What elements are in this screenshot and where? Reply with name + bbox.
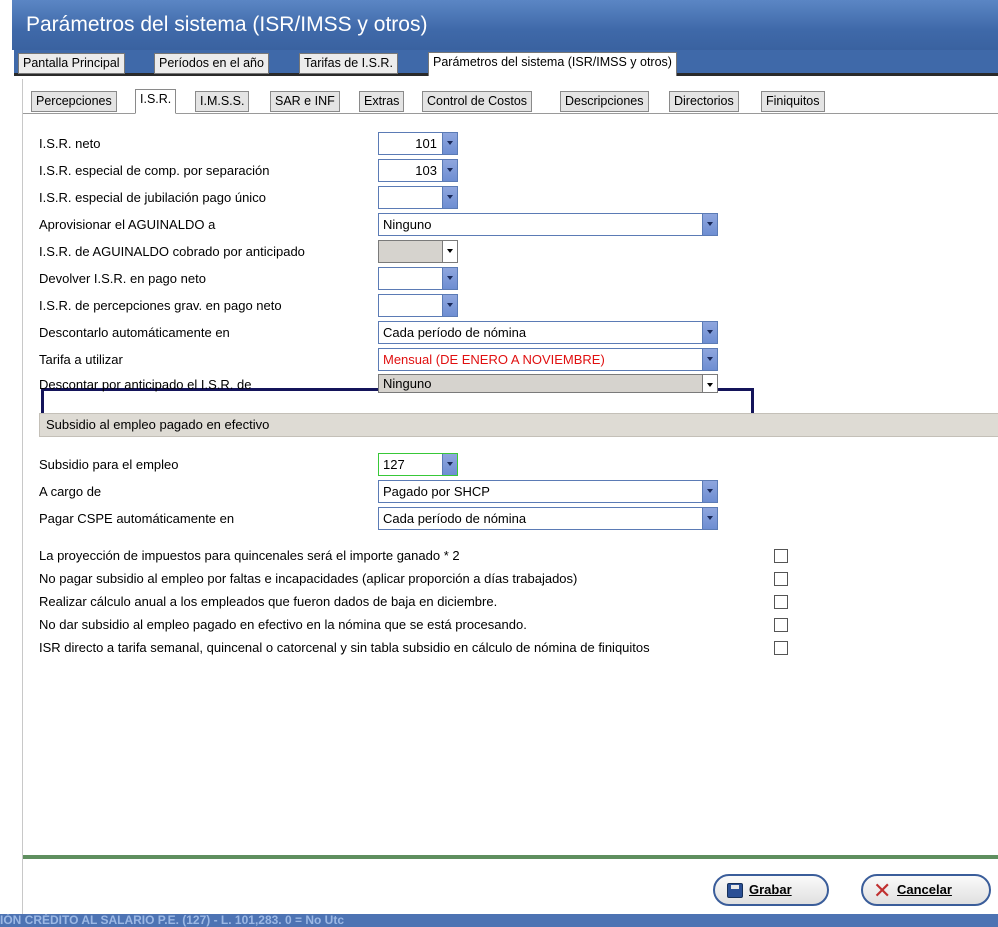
tab-periodos-en-el-ano[interactable]: Períodos en el año bbox=[154, 53, 269, 74]
calculo-anual-bajas-checkbox[interactable] bbox=[774, 595, 788, 609]
tab-sar-infonavit[interactable]: SAR e INF bbox=[270, 91, 340, 112]
tab-percepciones[interactable]: Percepciones bbox=[31, 91, 117, 112]
parameters-window: Percepciones I.S.R. I.M.S.S. SAR e INF E… bbox=[22, 79, 998, 927]
chevron-down-icon[interactable] bbox=[442, 187, 457, 208]
a-cargo-de-select[interactable]: Pagado por SHCP bbox=[378, 480, 718, 503]
subsidio-empleo-select[interactable]: 127 bbox=[378, 453, 458, 476]
descontarlo-automaticamente-label: Descontarlo automáticamente en bbox=[39, 325, 230, 340]
tarifa-utilizar-label: Tarifa a utilizar bbox=[39, 352, 123, 367]
chevron-down-icon[interactable] bbox=[702, 508, 717, 529]
tab-extras[interactable]: Extras bbox=[359, 91, 405, 112]
descontar-anticipado-label: Descontar por anticipado el I.S.R. de bbox=[39, 377, 252, 392]
isr-jubilacion-select[interactable] bbox=[378, 186, 458, 209]
isr-percepciones-grav-select[interactable] bbox=[378, 294, 458, 317]
chevron-down-icon[interactable] bbox=[702, 349, 717, 370]
chevron-down-icon[interactable] bbox=[442, 160, 457, 181]
chevron-down-icon[interactable] bbox=[702, 481, 717, 502]
pagar-cspe-label: Pagar CSPE automáticamente en bbox=[39, 511, 235, 526]
tarifa-utilizar-select[interactable]: Mensual (DE ENERO A NOVIEMBRE) bbox=[378, 348, 718, 371]
no-pagar-subsidio-faltas-checkbox[interactable] bbox=[774, 572, 788, 586]
tab-parametros-del-sistema[interactable]: Parámetros del sistema (ISR/IMSS y otros… bbox=[428, 52, 677, 76]
isr-percepciones-grav-label: I.S.R. de percepciones grav. en pago net… bbox=[39, 298, 282, 313]
tab-control-de-costos[interactable]: Control de Costos bbox=[422, 91, 533, 112]
close-icon: ✕ bbox=[873, 878, 892, 903]
subsidio-empleo-value: 127 bbox=[383, 457, 405, 472]
aprovisionar-aguinaldo-select[interactable]: Ninguno bbox=[378, 213, 718, 236]
cancel-button-label: Cancelar bbox=[897, 882, 952, 897]
a-cargo-de-value: Pagado por SHCP bbox=[383, 484, 490, 499]
tarifa-utilizar-value: Mensual (DE ENERO A NOVIEMBRE) bbox=[383, 352, 605, 367]
no-dar-subsidio-efectivo-checkbox[interactable] bbox=[774, 618, 788, 632]
proyeccion-quincenales-label: La proyección de impuestos para quincena… bbox=[39, 548, 460, 563]
isr-directo-finiquitos-label: ISR directo a tarifa semanal, quincenal … bbox=[39, 640, 650, 655]
subsidio-empleo-label: Subsidio para el empleo bbox=[39, 457, 179, 472]
sub-tab-bar: Percepciones I.S.R. I.M.S.S. SAR e INF E… bbox=[23, 89, 998, 114]
isr-aguinaldo-anticipado-select[interactable] bbox=[378, 240, 458, 263]
subsidio-section-header: Subsidio al empleo pagado en efectivo bbox=[39, 413, 998, 437]
status-bar: IÓN CRÉDITO AL SALARIO P.E. (127) - L. 1… bbox=[0, 914, 998, 927]
no-dar-subsidio-efectivo-label: No dar subsidio al empleo pagado en efec… bbox=[39, 617, 527, 632]
tab-tarifas-isr[interactable]: Tarifas de I.S.R. bbox=[299, 53, 398, 74]
chevron-down-icon[interactable] bbox=[442, 241, 457, 262]
devolver-isr-label: Devolver I.S.R. en pago neto bbox=[39, 271, 206, 286]
chevron-down-icon[interactable] bbox=[442, 295, 457, 316]
tab-isr[interactable]: I.S.R. bbox=[135, 89, 177, 114]
isr-jubilacion-label: I.S.R. especial de jubilación pago único bbox=[39, 190, 266, 205]
floppy-disk-icon bbox=[727, 883, 743, 898]
no-pagar-subsidio-faltas-label: No pagar subsidio al empleo por faltas e… bbox=[39, 571, 578, 586]
tab-imss[interactable]: I.M.S.S. bbox=[195, 91, 250, 112]
chevron-down-icon[interactable] bbox=[702, 375, 717, 392]
isr-comp-separacion-label: I.S.R. especial de comp. por separación bbox=[39, 163, 270, 178]
chevron-down-icon[interactable] bbox=[702, 214, 717, 235]
isr-neto-label: I.S.R. neto bbox=[39, 136, 101, 151]
cancel-button[interactable]: ✕ Cancelar bbox=[861, 874, 991, 906]
isr-comp-separacion-select[interactable]: 103 bbox=[378, 159, 458, 182]
isr-directo-finiquitos-checkbox[interactable] bbox=[774, 641, 788, 655]
button-bar: Grabar ✕ Cancelar bbox=[23, 859, 998, 919]
a-cargo-de-label: A cargo de bbox=[39, 484, 102, 499]
isr-aguinaldo-anticipado-label: I.S.R. de AGUINALDO cobrado por anticipa… bbox=[39, 244, 305, 259]
tab-descripciones[interactable]: Descripciones bbox=[560, 91, 649, 112]
descontar-anticipado-select[interactable]: Ninguno bbox=[378, 374, 718, 393]
window-title: Parámetros del sistema (ISR/IMSS y otros… bbox=[12, 0, 998, 50]
isr-comp-separacion-value: 103 bbox=[415, 163, 437, 178]
tab-pantalla-principal[interactable]: Pantalla Principal bbox=[18, 53, 125, 74]
aprovisionar-aguinaldo-label: Aprovisionar el AGUINALDO a bbox=[39, 217, 216, 232]
tab-finiquitos[interactable]: Finiquitos bbox=[761, 91, 825, 112]
chevron-down-icon[interactable] bbox=[442, 454, 457, 475]
main-tab-bar: Pantalla Principal Períodos en el año Ta… bbox=[14, 50, 998, 76]
save-button-label: Grabar bbox=[749, 882, 792, 897]
tab-directorios[interactable]: Directorios bbox=[669, 91, 739, 112]
descontarlo-automaticamente-value: Cada período de nómina bbox=[383, 325, 527, 340]
isr-neto-select[interactable]: 101 bbox=[378, 132, 458, 155]
proyeccion-quincenales-checkbox[interactable] bbox=[774, 549, 788, 563]
aprovisionar-aguinaldo-value: Ninguno bbox=[383, 217, 432, 232]
pagar-cspe-value: Cada período de nómina bbox=[383, 511, 527, 526]
devolver-isr-select[interactable] bbox=[378, 267, 458, 290]
descontar-anticipado-value: Ninguno bbox=[383, 376, 432, 391]
chevron-down-icon[interactable] bbox=[442, 133, 457, 154]
chevron-down-icon[interactable] bbox=[442, 268, 457, 289]
chevron-down-icon[interactable] bbox=[702, 322, 717, 343]
calculo-anual-bajas-label: Realizar cálculo anual a los empleados q… bbox=[39, 594, 498, 609]
descontarlo-automaticamente-select[interactable]: Cada período de nómina bbox=[378, 321, 718, 344]
isr-panel: I.S.R. neto 101 I.S.R. especial de comp.… bbox=[31, 115, 998, 857]
pagar-cspe-select[interactable]: Cada período de nómina bbox=[378, 507, 718, 530]
save-button[interactable]: Grabar bbox=[713, 874, 829, 906]
isr-neto-value: 101 bbox=[415, 136, 437, 151]
